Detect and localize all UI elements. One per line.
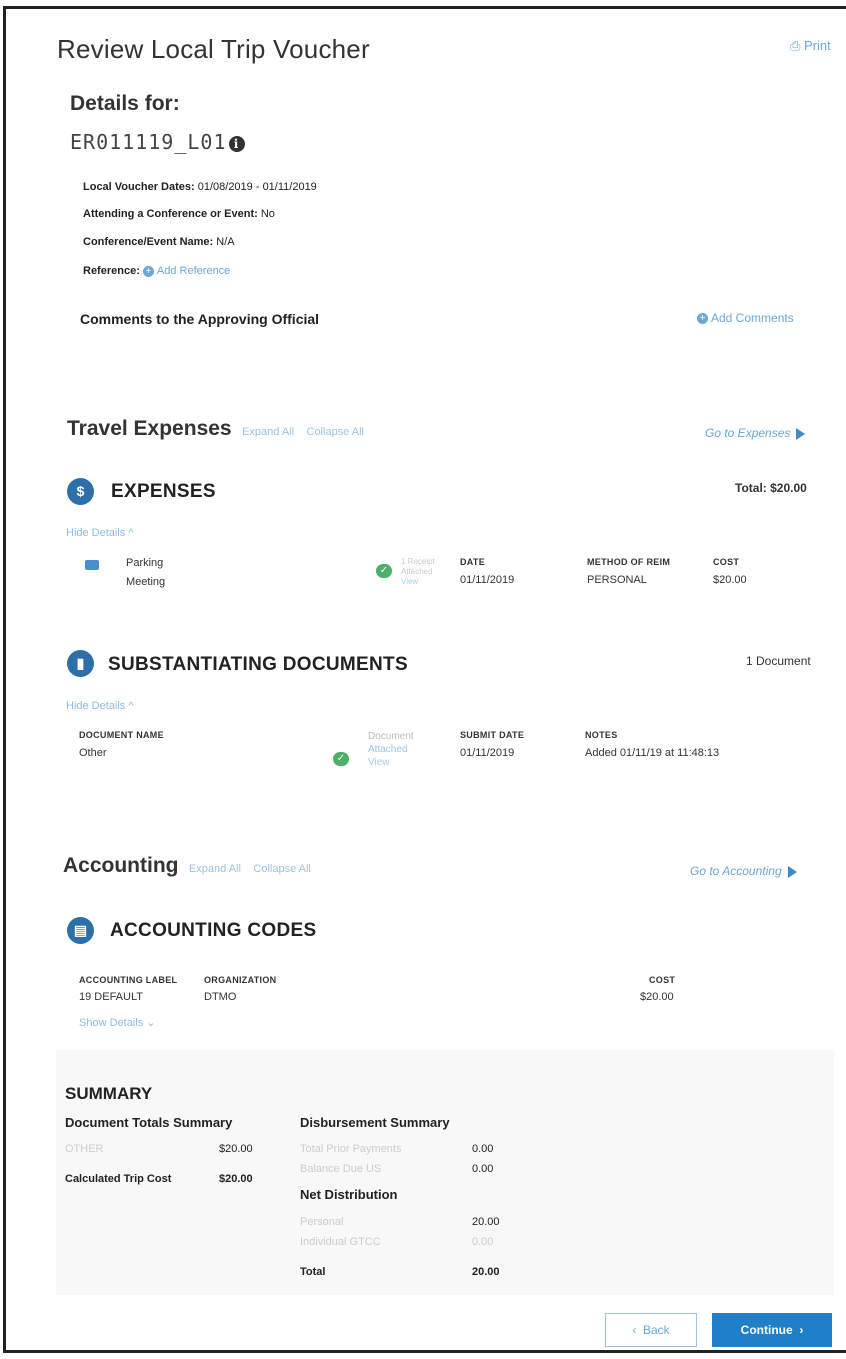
documents-hide-details[interactable]: Hide Details ^	[66, 700, 134, 712]
arrow-right-icon	[796, 427, 806, 440]
accounting-header: Accounting Expand All Collapse All	[63, 854, 311, 878]
show-details-link[interactable]: Show Details ⌄	[79, 1016, 155, 1029]
document-notes: Added 01/11/19 at 11:48:13	[585, 747, 720, 759]
calculated-cost-value: $20.00	[219, 1173, 253, 1185]
date-header: DATE	[460, 557, 486, 567]
print-button[interactable]: ⎙ Print	[790, 38, 831, 54]
expenses-title: EXPENSES	[111, 481, 216, 502]
total-prior-value: 0.00	[472, 1143, 494, 1155]
method-header: METHOD OF REIM	[587, 557, 671, 567]
total-value: 20.00	[472, 1266, 500, 1278]
info-icon[interactable]: i	[228, 135, 245, 152]
plus-icon: +	[142, 265, 154, 277]
summary-title: SUMMARY	[65, 1084, 153, 1103]
accounting-label: 19 DEFAULT	[79, 991, 143, 1003]
cost-header: COST	[713, 557, 740, 567]
back-button[interactable]: ‹ Back	[605, 1313, 697, 1347]
accounting-codes-title: ACCOUNTING CODES	[110, 920, 317, 941]
documents-title: SUBSTANTIATING DOCUMENTS	[108, 654, 408, 675]
gtcc-label: Individual GTCC	[300, 1236, 381, 1248]
expense-row[interactable]	[80, 557, 104, 577]
chevron-left-icon: ‹	[632, 1323, 637, 1337]
add-comments-link[interactable]: + Add Comments	[697, 311, 794, 325]
personal-label: Personal	[300, 1216, 344, 1228]
add-reference-link[interactable]: + Add Reference	[142, 265, 230, 277]
chevron-up-icon: ^	[128, 527, 134, 539]
accounting-title: Accounting	[63, 854, 179, 877]
expense-type: Parking	[126, 557, 164, 569]
personal-value: 20.00	[472, 1216, 500, 1228]
accounting-collapse-all-link[interactable]: Collapse All	[253, 863, 310, 875]
submit-date: 01/11/2019	[460, 747, 515, 759]
accounting-label-header: ACCOUNTING LABEL	[79, 975, 178, 985]
balance-label: Balance Due US	[300, 1163, 382, 1175]
page-title: Review Local Trip Voucher	[57, 34, 370, 64]
check-icon: ✓	[333, 752, 349, 766]
organization-header: ORGANIZATION	[204, 975, 277, 985]
voucher-id: ER011119_L01 i	[70, 130, 245, 154]
car-icon	[85, 560, 99, 570]
expenses-total: Total: $20.00	[735, 481, 807, 495]
comments-label: Comments to the Approving Official	[80, 311, 320, 327]
expense-cost: $20.00	[713, 574, 747, 586]
expense-date: 01/11/2019	[460, 574, 515, 586]
submit-date-header: SUBMIT DATE	[460, 730, 525, 740]
documents-count: 1 Document	[746, 654, 811, 668]
expense-method: PERSONAL	[587, 574, 647, 586]
other-label: OTHER	[65, 1143, 104, 1155]
attending-conference: Attending a Conference or Event: No	[83, 208, 275, 220]
document-name: Other	[79, 747, 107, 759]
disbursement-title: Disbursement Summary	[300, 1115, 450, 1130]
receipt-attached: 1 Receipt Attached View	[401, 557, 451, 587]
balance-value: 0.00	[472, 1163, 494, 1175]
total-label: Total	[300, 1266, 326, 1278]
other-value: $20.00	[219, 1143, 253, 1155]
travel-expenses-header: Travel Expenses Expand All Collapse All	[67, 417, 364, 441]
accounting-expand-all-link[interactable]: Expand All	[189, 863, 241, 875]
continue-button[interactable]: Continue ›	[712, 1313, 832, 1347]
reference-row: Reference: + Add Reference	[83, 265, 231, 277]
receipt-view-link[interactable]: View	[401, 577, 451, 587]
details-for-heading: Details for:	[70, 92, 180, 115]
voucher-dates: Local Voucher Dates: 01/08/2019 - 01/11/…	[83, 181, 317, 193]
calculated-cost-label: Calculated Trip Cost	[65, 1173, 172, 1185]
conference-name: Conference/Event Name: N/A	[83, 236, 235, 248]
travel-expenses-title: Travel Expenses	[67, 417, 232, 440]
organization: DTMO	[204, 991, 237, 1003]
chevron-down-icon: ⌄	[146, 1017, 156, 1029]
accounting-cost-header: COST	[649, 975, 676, 985]
chevron-right-icon: ›	[799, 1323, 804, 1337]
dollar-icon: $	[67, 478, 94, 505]
gtcc-value: 0.00	[472, 1236, 494, 1248]
net-distribution-title: Net Distribution	[300, 1187, 398, 1202]
accounting-cost: $20.00	[640, 991, 674, 1003]
document-name-header: DOCUMENT NAME	[79, 730, 164, 740]
go-to-expenses-link[interactable]: Go to Expenses	[705, 426, 806, 440]
summary-panel	[56, 1050, 834, 1295]
check-icon: ✓	[376, 564, 392, 578]
expense-subtype: Meeting	[126, 576, 166, 588]
document-icon: ▮	[67, 650, 94, 677]
collapse-all-link[interactable]: Collapse All	[307, 426, 364, 438]
total-prior-label: Total Prior Payments	[300, 1143, 402, 1155]
accounting-icon: ▤	[67, 917, 94, 944]
arrow-right-icon	[787, 865, 797, 878]
expenses-hide-details[interactable]: Hide Details ^	[66, 527, 134, 539]
notes-header: NOTES	[585, 730, 618, 740]
plus-icon: +	[697, 313, 708, 325]
document-totals-title: Document Totals Summary	[65, 1115, 233, 1130]
expand-all-link[interactable]: Expand All	[242, 426, 294, 438]
printer-icon: ⎙	[790, 38, 801, 53]
chevron-up-icon: ^	[128, 700, 134, 712]
go-to-accounting-link[interactable]: Go to Accounting	[690, 864, 797, 878]
document-view-link[interactable]: View	[368, 756, 414, 769]
document-attached: Document Attached View	[368, 731, 414, 769]
